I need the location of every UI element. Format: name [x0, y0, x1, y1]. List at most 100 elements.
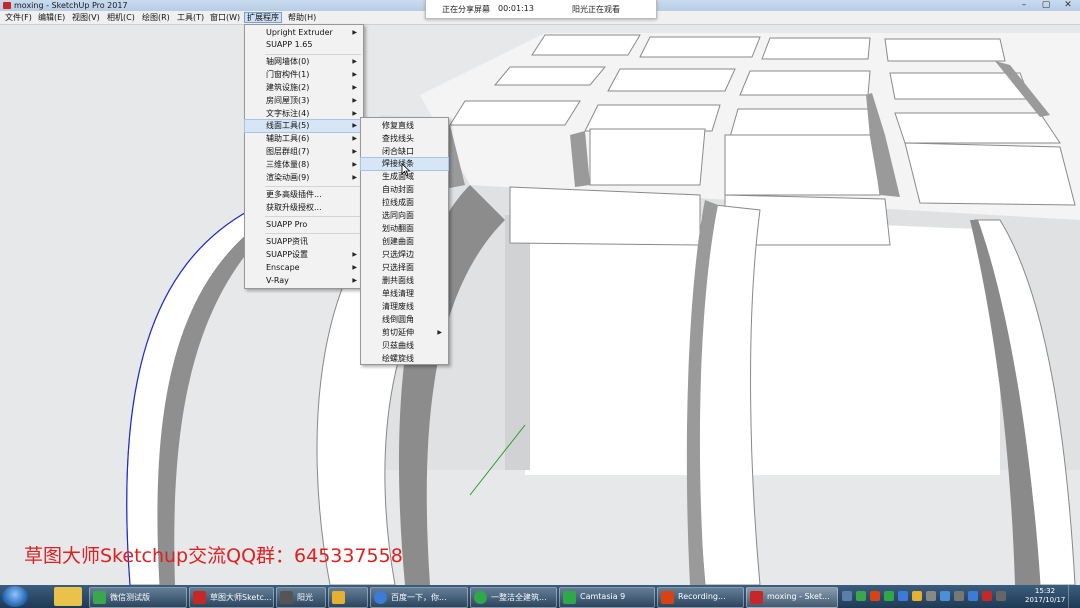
menu-item-3d-massing[interactable]: 三维体量(8) ▶ — [245, 159, 363, 171]
taskbar-item-recording[interactable]: Recording... — [657, 587, 744, 608]
menu-view[interactable]: 视图(V) — [70, 12, 102, 23]
tray-camtasia-icon[interactable] — [884, 591, 894, 601]
submenu-item-pull-lines-to-face[interactable]: 拉线成面 — [361, 197, 448, 209]
avatar-icon — [280, 591, 293, 604]
menu-item-layers-groups[interactable]: 图层群组(7) ▶ — [245, 146, 363, 158]
submenu-item-fillet-lines[interactable]: 线倒圆角 — [361, 314, 448, 326]
taskbar-item-yangguang[interactable]: 阳光 — [276, 587, 326, 608]
maximize-button[interactable]: ▢ — [1035, 0, 1057, 11]
submenu-item-clean-waste-lines[interactable]: 清理废线 — [361, 301, 448, 313]
menu-separator — [265, 233, 361, 234]
model-viewport[interactable] — [0, 25, 1080, 585]
menu-window[interactable]: 窗口(W) — [208, 12, 242, 23]
menu-item-more-plugins[interactable]: 更多高级插件... — [245, 189, 363, 201]
model-canvas — [126, 33, 1080, 585]
submenu-arrow-icon: ▶ — [352, 264, 357, 271]
submenu-arrow-icon: ▶ — [352, 251, 357, 258]
tray-wechat-icon[interactable] — [856, 591, 866, 601]
menu-item-vray[interactable]: V-Ray ▶ — [245, 275, 363, 287]
submenu-item-swipe-reverse[interactable]: 划动翻面 — [361, 223, 448, 235]
submenu-item-trim-extend[interactable]: 剪切延伸 ▶ — [361, 327, 448, 339]
submenu-item-select-welded-edges[interactable]: 只选焊边 — [361, 249, 448, 261]
taskbar-item-chrome[interactable]: 百度一下，你... — [370, 587, 468, 608]
taskbar-item-moxing-sketchup[interactable]: moxing - Sket... — [746, 587, 838, 608]
taskbar-item-folder[interactable] — [328, 587, 368, 608]
menu-item-line-face-tools[interactable]: 线面工具(5) ▶ — [244, 119, 364, 133]
menu-edit[interactable]: 编辑(E) — [36, 12, 67, 23]
menu-tools[interactable]: 工具(T) — [175, 12, 206, 23]
submenu-item-draw-helix[interactable]: 绘螺旋线 — [361, 353, 448, 365]
clock-date: 2017/10/17 — [1025, 596, 1066, 604]
viewer-status: 阳光正在观看 — [572, 5, 620, 14]
tray-volume-icon[interactable] — [954, 591, 964, 601]
submenu-item-repair-lines[interactable]: 修复直线 — [361, 120, 448, 132]
minimize-button[interactable]: – — [1013, 0, 1035, 11]
menu-item-upright-extruder[interactable]: Upright Extruder ▶ — [245, 27, 363, 39]
tray-antivirus-icon[interactable] — [982, 591, 992, 601]
tray-recording-icon[interactable] — [870, 591, 880, 601]
mouse-cursor-icon — [401, 163, 411, 177]
window-title: moxing - SketchUp Pro 2017 — [14, 1, 128, 10]
menu-item-text-dimension[interactable]: 文字标注(4) ▶ — [245, 108, 363, 120]
tray-qq-icon[interactable] — [898, 591, 908, 601]
explorer-pin-icon[interactable] — [54, 587, 82, 606]
wechat-icon — [93, 591, 106, 604]
menu-separator — [265, 186, 361, 187]
menu-item-suapp-settings[interactable]: SUAPP设置 ▶ — [245, 249, 363, 261]
tray-flag-icon[interactable] — [926, 591, 936, 601]
submenu-item-select-same-direction[interactable]: 选同向面 — [361, 210, 448, 222]
taskbar-item-camtasia[interactable]: Camtasia 9 — [559, 587, 655, 608]
taskbar-item-browser[interactable]: 一整洁全建筑... — [470, 587, 557, 608]
tray-input-method-icon[interactable] — [996, 591, 1006, 601]
submenu-item-close-gaps[interactable]: 闭合缺口 — [361, 146, 448, 158]
menu-item-enscape[interactable]: Enscape ▶ — [245, 262, 363, 274]
menu-file[interactable]: 文件(F) — [3, 12, 34, 23]
menu-item-doors-windows[interactable]: 门窗构件(1) ▶ — [245, 69, 363, 81]
submenu-arrow-icon: ▶ — [352, 84, 357, 91]
menu-item-render-animation[interactable]: 渲染动画(9) ▶ — [245, 172, 363, 184]
menu-draw[interactable]: 绘图(R) — [140, 12, 172, 23]
tray-keyboard-icon[interactable] — [842, 591, 852, 601]
menu-item-upgrade-license[interactable]: 获取升级授权... — [245, 202, 363, 214]
submenu-arrow-icon: ▶ — [352, 29, 357, 36]
folder-icon — [332, 591, 345, 604]
submenu-item-create-surface[interactable]: 创建曲面 — [361, 236, 448, 248]
tray-network-icon[interactable] — [940, 591, 950, 601]
menu-item-grid-walls[interactable]: 轴网墙体(0) ▶ — [245, 56, 363, 68]
browser-icon — [474, 591, 487, 604]
show-desktop-button[interactable] — [1068, 585, 1080, 608]
submenu-arrow-icon: ▶ — [352, 58, 357, 65]
line-face-submenu: 修复直线 查找线头 闭合缺口 焊接线条 生成面域 自动封面 拉线成面 选同向面 … — [360, 117, 449, 365]
menu-item-room-roof[interactable]: 房间屋顶(3) ▶ — [245, 95, 363, 107]
submenu-item-auto-cover[interactable]: 自动封面 — [361, 184, 448, 196]
menu-item-suapp-version[interactable]: SUAPP 1.65 — [245, 39, 363, 51]
system-tray — [838, 588, 1018, 605]
submenu-arrow-icon: ▶ — [437, 329, 442, 336]
submenu-arrow-icon: ▶ — [352, 122, 357, 129]
submenu-arrow-icon: ▶ — [352, 174, 357, 181]
menu-help[interactable]: 帮助(H) — [286, 12, 318, 23]
taskbar-clock[interactable]: 15:32 2017/10/17 — [1025, 587, 1065, 605]
tray-shield-icon[interactable] — [912, 591, 922, 601]
menu-item-suapp-pro[interactable]: SUAPP Pro — [245, 219, 363, 231]
menu-item-building-facilities[interactable]: 建筑设施(2) ▶ — [245, 82, 363, 94]
menu-item-suapp-news[interactable]: SUAPP资讯 — [245, 236, 363, 248]
submenu-item-single-line-cleanup[interactable]: 单线清理 — [361, 288, 448, 300]
taskbar-item-sketchup-master[interactable]: 草图大师Sketc... — [189, 587, 274, 608]
submenu-item-find-line-ends[interactable]: 查找线头 — [361, 133, 448, 145]
sketchup-icon — [750, 591, 763, 604]
submenu-item-select-faces-only[interactable]: 只选择面 — [361, 262, 448, 274]
camtasia-icon — [563, 591, 576, 604]
menu-extensions[interactable]: 扩展程序 — [244, 12, 282, 23]
menu-separator — [265, 216, 361, 217]
close-button[interactable]: ✕ — [1057, 0, 1079, 11]
tray-bluetooth-icon[interactable] — [968, 591, 978, 601]
menu-camera[interactable]: 相机(C) — [105, 12, 137, 23]
menu-item-auxiliary-tools[interactable]: 辅助工具(6) ▶ — [245, 133, 363, 145]
clock-time: 15:32 — [1034, 587, 1056, 595]
taskbar-item-wechat[interactable]: 微信测试版 — [89, 587, 187, 608]
sketchup-icon — [193, 591, 206, 604]
submenu-item-delete-coplanar[interactable]: 删共面线 — [361, 275, 448, 287]
submenu-item-bezier-curve[interactable]: 贝兹曲线 — [361, 340, 448, 352]
start-button[interactable] — [2, 586, 28, 607]
